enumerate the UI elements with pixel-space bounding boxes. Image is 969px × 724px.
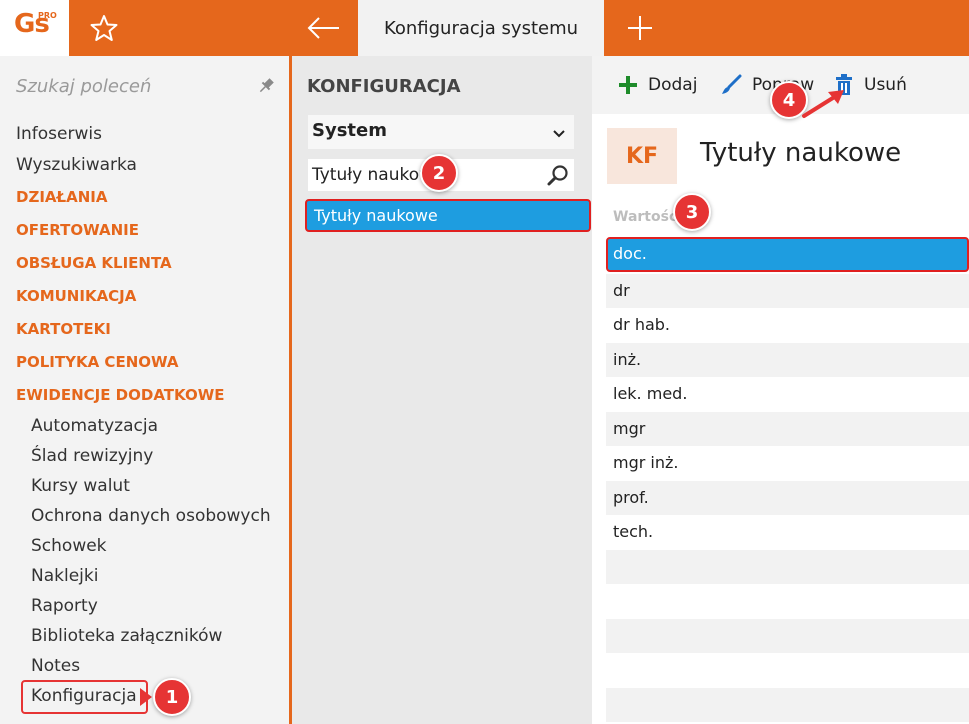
back-arrow-icon[interactable] [305,12,343,44]
grid-row-empty [606,549,969,584]
grid-row[interactable]: inż. [606,342,969,377]
grid-row[interactable]: mgr inż. [606,446,969,481]
favorites-star-icon[interactable] [88,12,120,44]
grid-row[interactable]: prof. [606,480,969,515]
module-select[interactable]: System [308,115,574,149]
panel-title: KONFIGURACJA [307,76,461,97]
sidebar-item-notes[interactable]: Notes [31,656,80,676]
annotation-badge-3: 3 [673,193,711,231]
tab-konfiguracja-systemu[interactable]: Konfiguracja systemu [358,0,604,56]
grid-cell: dr [613,280,630,300]
app-logo[interactable]: Gs PRO [0,0,69,56]
grid-header[interactable]: Wartość [606,201,969,235]
logo-superscript: PRO [38,11,57,20]
annotation-arrow-icon [802,90,844,118]
sidebar-item-automatyzacja[interactable]: Automatyzacja [31,416,158,436]
grid-cell: dr hab. [613,315,671,334]
grid-row[interactable]: dr hab. [606,308,969,343]
sidebar-category-ewidencje-dodatkowe[interactable]: EWIDENCJE DODATKOWE [16,386,225,404]
command-search-input[interactable]: Szukaj poleceń [16,76,151,97]
sidebar-category-obsluga-klienta[interactable]: OBSŁUGA KLIENTA [16,254,172,272]
annotation-badge-2: 2 [420,154,458,192]
grid-cell: tech. [613,522,654,541]
new-tab-plus-icon[interactable] [624,12,656,44]
grid-cell: doc. [613,244,647,263]
grid-row[interactable]: mgr [606,411,969,446]
module-select-value: System [312,120,387,141]
grid-cell: inż. [613,349,642,369]
sidebar-item-biblioteka-zalacznikow[interactable]: Biblioteka załączników [31,626,222,646]
sidebar-item-konfiguracja[interactable]: Konfiguracja [31,686,137,706]
search-icon[interactable] [546,163,570,187]
sidebar-item-schowek[interactable]: Schowek [31,536,107,556]
plus-icon [619,76,637,94]
config-list-item-tytuly-naukowe[interactable]: Tytuły naukowe [305,199,591,232]
grid-row-empty [606,618,969,653]
annotation-badge-1: 1 [153,678,191,716]
sidebar-item-raporty[interactable]: Raporty [31,596,98,616]
grid-cell: mgr inż. [613,453,679,472]
chevron-down-icon[interactable] [552,125,566,139]
delete-button-label: Usuń [864,75,907,95]
sidebar-category-dzialania[interactable]: DZIAŁANIA [16,188,108,206]
callout-pointer-1 [140,688,152,706]
section-badge: KF [607,128,677,184]
grid-row[interactable]: lek. med. [606,377,969,412]
grid-cell: prof. [613,487,649,507]
grid-cell: mgr [613,418,646,438]
sidebar-item-naklejki[interactable]: Naklejki [31,566,98,586]
detail-title: Tytuły naukowe [700,138,902,168]
grid-row-empty [606,584,969,619]
sidebar-item-infoserwis[interactable]: Infoserwis [16,124,102,144]
column-header-wartosc[interactable]: Wartość [613,209,677,225]
grid-row-empty [606,653,969,688]
pin-icon[interactable] [256,76,276,96]
grid-row[interactable]: tech. [606,515,969,550]
grid-row-empty [606,687,969,722]
add-button[interactable]: Dodaj [618,72,697,98]
grid-row[interactable]: dr [606,273,969,308]
sidebar-category-kartoteki[interactable]: KARTOTEKI [16,320,111,338]
sidebar-category-ofertowanie[interactable]: OFERTOWANIE [16,221,139,239]
add-button-label: Dodaj [648,75,698,95]
config-list-item-label: Tytuły naukowe [314,206,438,225]
brush-icon [722,74,742,94]
sidebar-item-slad-rewizyjny[interactable]: Ślad rewizyjny [31,446,153,466]
sidebar-category-polityka-cenowa[interactable]: POLITYKA CENOWA [16,353,178,371]
command-search[interactable]: Szukaj poleceń [0,68,290,104]
grid-cell: lek. med. [613,384,688,403]
sidebar-item-ochrona-danych[interactable]: Ochrona danych osobowych [31,506,271,526]
sidebar-item-wyszukiwarka[interactable]: Wyszukiwarka [16,155,137,175]
grid-row-selected[interactable]: doc. [606,237,969,272]
sidebar-item-kursy-walut[interactable]: Kursy walut [31,476,130,496]
sidebar-category-komunikacja[interactable]: KOMUNIKACJA [16,287,136,305]
